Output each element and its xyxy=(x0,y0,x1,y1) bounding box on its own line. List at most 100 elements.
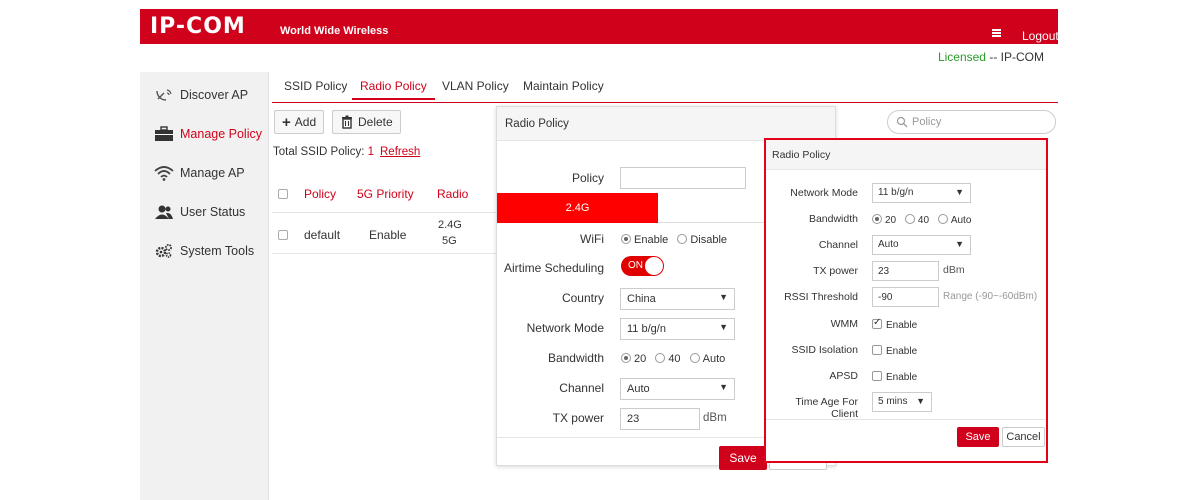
airtime-toggle[interactable]: ON xyxy=(621,256,664,276)
chevron-down-icon: ▼ xyxy=(955,187,964,197)
airtime-label: Airtime Scheduling xyxy=(503,261,604,275)
tab-radio-policy[interactable]: Radio Policy xyxy=(352,79,435,100)
wmm-checkbox[interactable]: Enable xyxy=(872,317,918,331)
logout-link[interactable]: Logout xyxy=(1022,29,1059,43)
dialog-footer-divider xyxy=(766,419,1046,420)
network-mode-value: 11 b/g/n xyxy=(878,187,914,198)
channel-label: Channel xyxy=(818,239,858,251)
cell-radio-5g: 5G xyxy=(442,235,457,247)
column-header-5g-priority[interactable]: 5G Priority xyxy=(357,187,414,201)
tagline: World Wide Wireless xyxy=(280,25,389,37)
trash-icon xyxy=(342,115,352,129)
sidebar-item-label: Manage Policy xyxy=(180,127,262,141)
wifi-radio-group: Enable Disable xyxy=(621,234,733,246)
bandwidth-auto-radio[interactable]: Auto xyxy=(689,353,725,365)
total-count-value: 1 xyxy=(367,146,374,158)
checkbox-box xyxy=(872,345,882,355)
channel-select[interactable]: Auto ▼ xyxy=(872,235,971,255)
tx-power-input[interactable] xyxy=(872,261,939,281)
tx-power-label: TX power xyxy=(552,411,604,425)
delete-button[interactable]: Delete xyxy=(332,110,401,134)
network-mode-select[interactable]: 11 b/g/n ▼ xyxy=(872,183,971,203)
add-button[interactable]: + Add xyxy=(274,110,325,134)
sidebar-item-user-status[interactable]: User Status xyxy=(140,197,269,227)
radio-dot xyxy=(904,214,915,224)
tx-power-unit: dBm xyxy=(703,412,727,424)
cell-5g-priority: Enable xyxy=(369,228,407,242)
rssi-range-hint: Range (-90~-60dBm) xyxy=(943,291,1038,302)
cell-policy[interactable]: default xyxy=(304,228,340,242)
time-age-select[interactable]: 5 mins ▼ xyxy=(872,392,932,412)
apsd-enable-label: Enable xyxy=(886,372,918,383)
sidebar-item-system-tools[interactable]: System Tools xyxy=(140,236,269,266)
sidebar-item-manage-policy[interactable]: Manage Policy xyxy=(140,119,269,149)
sidebar-item-label: Manage AP xyxy=(180,166,245,180)
checkbox-box xyxy=(872,371,882,381)
wifi-label: WiFi xyxy=(580,232,604,246)
users-icon xyxy=(155,205,173,219)
total-label: Total SSID Policy: xyxy=(273,146,368,158)
time-age-label: Time Age For Client xyxy=(795,396,858,420)
cancel-button[interactable]: Cancel xyxy=(1002,427,1045,447)
sidebar-item-discover-ap[interactable]: Discover AP xyxy=(140,80,269,110)
license-status: Licensed -- IP-COM xyxy=(938,50,1044,64)
network-mode-select[interactable]: 11 b/g/n ▼ xyxy=(620,318,735,340)
wifi-enable-radio[interactable]: Enable xyxy=(621,234,668,246)
radio-dot xyxy=(872,214,882,224)
ssid-isolation-checkbox[interactable]: Enable xyxy=(872,345,917,357)
radio-dot xyxy=(677,234,688,244)
select-all-checkbox[interactable] xyxy=(278,189,288,199)
wmm-enable-label: Enable xyxy=(886,320,918,331)
sidebar: Discover AP Manage Policy Manage AP User… xyxy=(140,72,269,500)
rssi-threshold-label: RSSI Threshold xyxy=(784,291,858,303)
tx-power-unit: dBm xyxy=(943,264,965,276)
hamburger-icon[interactable] xyxy=(992,29,1001,37)
bandwidth-auto-radio[interactable]: Auto xyxy=(937,214,971,226)
tab-band-24g[interactable]: 2.4G xyxy=(497,193,658,223)
column-header-policy[interactable]: Policy xyxy=(304,187,336,201)
bandwidth-40-radio[interactable]: 40 xyxy=(655,353,681,365)
save-button[interactable]: Save xyxy=(957,427,999,447)
search-input[interactable]: Policy xyxy=(887,110,1056,134)
policy-name-input[interactable] xyxy=(620,167,746,189)
tab-ssid-policy[interactable]: SSID Policy xyxy=(284,79,347,93)
row-checkbox[interactable] xyxy=(278,230,288,240)
sidebar-item-label: Discover AP xyxy=(180,88,249,102)
bandwidth-20-radio[interactable]: 20 xyxy=(872,214,897,226)
delete-label: Delete xyxy=(358,115,393,129)
refresh-link[interactable]: Refresh xyxy=(380,146,420,158)
license-label: Licensed xyxy=(937,50,986,64)
network-mode-label: Network Mode xyxy=(526,321,604,335)
gears-icon xyxy=(155,244,172,258)
save-button[interactable]: Save xyxy=(719,446,767,470)
satellite-dish-icon xyxy=(156,89,172,101)
wmm-label: WMM xyxy=(830,318,858,330)
bw-20-label: 20 xyxy=(885,215,897,226)
radio-dot xyxy=(655,353,666,363)
bandwidth-40-radio[interactable]: 40 xyxy=(904,214,929,226)
chevron-down-icon: ▼ xyxy=(719,292,728,302)
briefcase-icon xyxy=(155,126,173,141)
tab-maintain-policy[interactable]: Maintain Policy xyxy=(523,79,604,93)
channel-value: Auto xyxy=(878,239,899,250)
bw-40-label: 40 xyxy=(668,353,681,365)
channel-select[interactable]: Auto ▼ xyxy=(620,378,735,400)
tx-power-input[interactable] xyxy=(620,408,700,430)
apsd-label: APSD xyxy=(829,370,858,382)
wifi-disable-radio[interactable]: Disable xyxy=(677,234,727,246)
wifi-disable-label: Disable xyxy=(690,234,728,246)
sidebar-item-manage-ap[interactable]: Manage AP xyxy=(140,158,269,188)
tab-vlan-policy[interactable]: VLAN Policy xyxy=(442,79,509,93)
chevron-down-icon: ▼ xyxy=(955,239,964,249)
bandwidth-20-radio[interactable]: 20 xyxy=(621,353,646,365)
country-label: Country xyxy=(561,291,604,305)
rssi-threshold-input[interactable] xyxy=(872,287,939,307)
country-select[interactable]: China ▼ xyxy=(620,288,735,310)
checkbox-box xyxy=(872,317,882,329)
apsd-checkbox[interactable]: Enable xyxy=(872,371,917,383)
column-header-radio[interactable]: Radio xyxy=(437,187,468,201)
wifi-icon xyxy=(154,166,174,181)
plus-icon: + xyxy=(282,113,291,131)
radio-dot xyxy=(621,234,631,244)
row-divider xyxy=(272,253,512,254)
